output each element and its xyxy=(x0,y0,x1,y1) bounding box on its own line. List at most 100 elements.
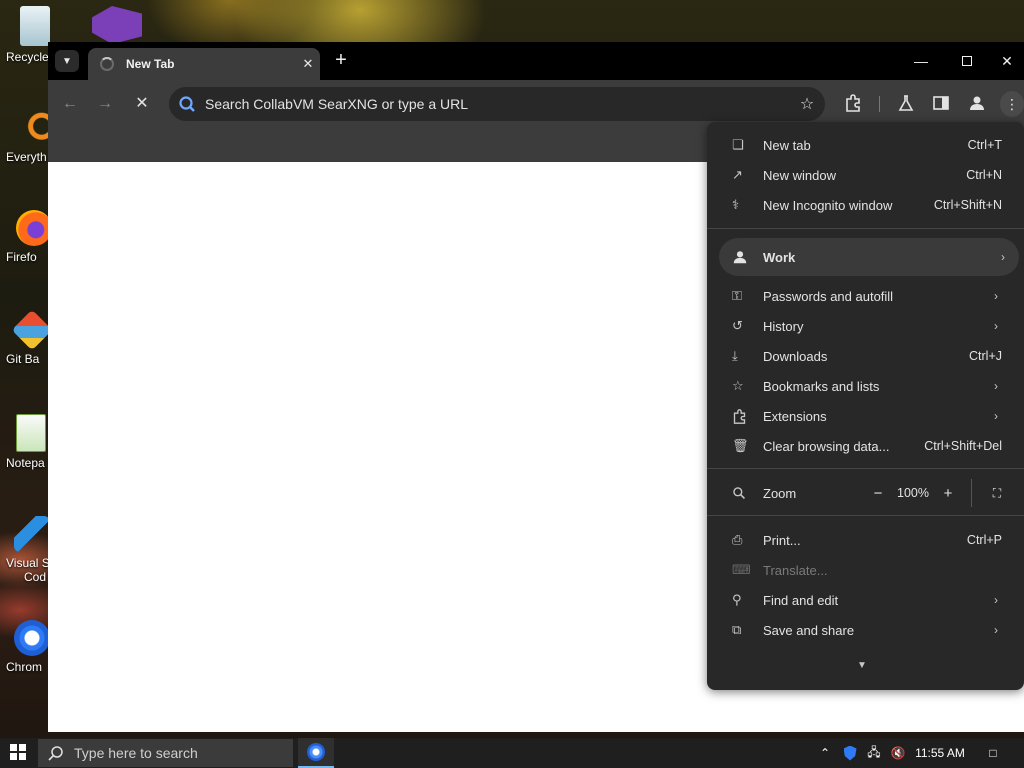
menu-item-shortcut: Ctrl+P xyxy=(966,533,1002,547)
menu-item-history[interactable]: ↺ History › xyxy=(707,311,1024,341)
menu-item-profile-work[interactable]: Work › xyxy=(719,238,1019,276)
close-tab-icon[interactable]: ✕ xyxy=(296,56,320,72)
show-hidden-icons-button[interactable]: ⌃ xyxy=(816,738,834,768)
tab-title: New Tab xyxy=(126,57,175,71)
forward-button[interactable]: → xyxy=(94,93,116,115)
desktop-icon-label: Visual St xyxy=(6,556,50,570)
chrome-app-menu: ❏ New tab Ctrl+T ↗ New window Ctrl+N ⚕ N… xyxy=(707,122,1024,690)
extensions-button[interactable] xyxy=(842,93,864,115)
download-icon: ⤓ xyxy=(732,348,738,363)
action-center-button[interactable]: □ xyxy=(978,738,1008,768)
desktop-icon-vscode[interactable]: Visual St Cod xyxy=(0,516,50,584)
save-share-icon: ⧉ xyxy=(732,622,742,637)
menu-item-print[interactable]: ⎙ Print... Ctrl+P xyxy=(707,525,1024,555)
desktop-icon-everything[interactable]: Everyth xyxy=(0,110,56,164)
title-bar: ▼ New Tab ✕ + — ✕ xyxy=(48,42,1024,80)
menu-item-shortcut: Ctrl+Shift+Del xyxy=(924,439,1002,453)
history-icon: ↺ xyxy=(732,318,743,333)
clock-time: 11:55 AM xyxy=(915,746,965,760)
find-in-page-icon: ⚲ xyxy=(732,592,742,607)
zoom-out-button[interactable]: − xyxy=(865,485,891,502)
menu-item-new-tab[interactable]: ❏ New tab Ctrl+T xyxy=(707,130,1024,160)
notification-icon: □ xyxy=(989,746,997,760)
more-vertical-icon: ⋮ xyxy=(1005,96,1019,112)
stop-loading-button[interactable]: ✕ xyxy=(131,93,153,115)
network-tray-icon[interactable]: 🖧 xyxy=(864,738,884,768)
menu-item-label: New window xyxy=(763,167,836,183)
menu-item-label: Find and edit xyxy=(763,592,839,608)
person-icon xyxy=(719,249,763,265)
menu-separator xyxy=(707,515,1024,516)
profile-button[interactable] xyxy=(966,93,988,115)
menu-item-shortcut: Ctrl+Shift+N xyxy=(933,198,1002,212)
firefox-icon xyxy=(16,210,52,246)
chevron-up-icon: ⌃ xyxy=(819,746,831,760)
git-bash-icon xyxy=(11,309,53,351)
menu-item-label: New Incognito window xyxy=(763,197,893,213)
desktop-icon-notepad-plus-plus[interactable]: Notepa xyxy=(0,414,50,470)
labs-button[interactable] xyxy=(895,93,917,115)
loading-spinner-icon xyxy=(100,57,114,71)
menu-item-label: Downloads xyxy=(763,348,828,364)
network-icon: 🖧 xyxy=(867,744,881,759)
taskbar-search-placeholder: Type here to search xyxy=(74,745,198,761)
person-icon xyxy=(968,94,986,115)
toolbar-divider xyxy=(879,96,880,112)
desktop-icon-firefox[interactable]: Firefo xyxy=(0,210,52,264)
omnibox-placeholder: Search CollabVM SearXNG or type a URL xyxy=(205,96,468,112)
chevron-right-icon: › xyxy=(994,409,998,423)
volume-tray-icon[interactable]: 🔇 xyxy=(888,738,908,768)
speaker-muted-icon: 🔇 xyxy=(890,746,906,760)
start-button[interactable] xyxy=(0,738,36,768)
menu-item-passwords-autofill[interactable]: ⚿ Passwords and autofill › xyxy=(707,281,1024,311)
zoom-in-button[interactable]: + xyxy=(935,485,961,502)
menu-item-shortcut: Ctrl+T xyxy=(967,138,1002,152)
menu-item-clear-browsing-data[interactable]: 🗑 Clear browsing data... Ctrl+Shift+Del xyxy=(707,431,1024,461)
notepad-plus-plus-icon xyxy=(16,414,46,452)
new-tab-button[interactable]: + xyxy=(330,50,352,72)
minimize-button[interactable]: — xyxy=(898,46,944,76)
menu-separator xyxy=(707,228,1024,229)
fullscreen-button[interactable]: ⛶ xyxy=(984,486,1010,501)
side-panel-button[interactable] xyxy=(930,93,952,115)
chrome-icon xyxy=(307,743,325,761)
star-icon: ☆ xyxy=(732,378,744,393)
zoom-divider xyxy=(971,479,972,507)
toolbar: ← → ✕ Search CollabVM SearXNG or type a … xyxy=(48,80,1024,126)
chevron-right-icon: › xyxy=(994,593,998,607)
menu-item-translate: ⌨ Translate... xyxy=(707,555,1024,585)
chrome-menu-button[interactable]: ⋮ xyxy=(1000,91,1024,117)
menu-item-new-incognito-window[interactable]: ⚕ New Incognito window Ctrl+Shift+N xyxy=(707,190,1024,220)
back-button[interactable]: ← xyxy=(59,93,81,115)
menu-item-find-and-edit[interactable]: ⚲ Find and edit › xyxy=(707,585,1024,615)
translate-icon: ⌨ xyxy=(732,562,751,577)
printer-icon: ⎙ xyxy=(732,532,743,547)
side-panel-icon xyxy=(932,94,950,115)
desktop-icon-git-bash[interactable]: Git Ba xyxy=(0,309,53,366)
menu-item-label: Save and share xyxy=(763,622,855,638)
stop-icon: ✕ xyxy=(135,95,149,112)
menu-item-bookmarks-lists[interactable]: ☆ Bookmarks and lists › xyxy=(707,371,1024,401)
maximize-button[interactable] xyxy=(944,46,990,76)
tab-search-button[interactable]: ▼ xyxy=(55,50,79,72)
menu-item-label: Print... xyxy=(763,532,801,548)
menu-item-extensions[interactable]: Extensions › xyxy=(707,401,1024,431)
menu-item-downloads[interactable]: ⤓ Downloads Ctrl+J xyxy=(707,341,1024,371)
maximize-icon xyxy=(962,56,972,66)
taskbar-search-box[interactable]: Type here to search xyxy=(38,739,293,767)
clock[interactable]: 11:55 AM xyxy=(910,738,970,768)
tab-new-tab[interactable]: New Tab ✕ xyxy=(88,48,320,80)
omnibox[interactable]: Search CollabVM SearXNG or type a URL ☆ xyxy=(169,87,825,121)
menu-item-label: Extensions xyxy=(763,408,827,424)
close-window-button[interactable]: ✕ xyxy=(990,46,1024,76)
security-tray-icon[interactable] xyxy=(840,738,860,768)
menu-scroll-more-icon[interactable]: ▼ xyxy=(857,660,867,671)
menu-item-new-window[interactable]: ↗ New window Ctrl+N xyxy=(707,160,1024,190)
desktop-icon-chrome[interactable]: Chrom xyxy=(0,620,50,674)
visual-studio-icon[interactable] xyxy=(92,6,142,44)
menu-item-save-and-share[interactable]: ⧉ Save and share › xyxy=(707,615,1024,645)
arrow-right-icon: → xyxy=(97,95,113,112)
bookmark-star-icon[interactable]: ☆ xyxy=(789,94,825,114)
desktop-icon-recycle-bin[interactable]: Recycle xyxy=(0,6,50,64)
taskbar-app-chrome[interactable] xyxy=(298,738,334,768)
